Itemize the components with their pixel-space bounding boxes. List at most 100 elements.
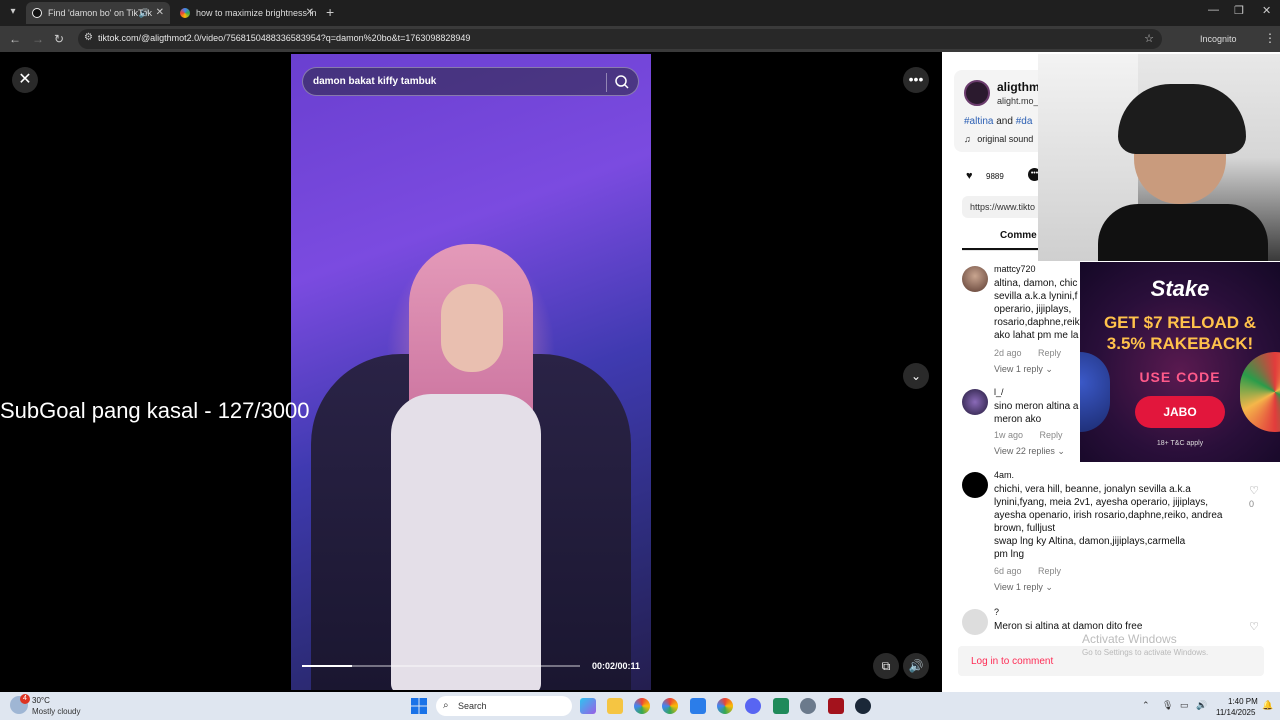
author-name[interactable]: aligthm (997, 80, 1040, 94)
windows-start-icon[interactable] (411, 698, 427, 714)
tab-tiktok[interactable]: Find 'damon bo' on TikTok 🔊 ✕ (26, 2, 170, 24)
comment-date: 6d ago (994, 566, 1022, 576)
reply-button[interactable]: Reply (1038, 348, 1061, 358)
hashtag-link[interactable]: #altina (964, 116, 993, 127)
view-replies-button[interactable]: View 22 replies ⌄ (994, 446, 1065, 457)
chevron-up-icon[interactable]: ⌃ (1142, 700, 1150, 711)
clock-date[interactable]: 11/14/2025 (1216, 708, 1255, 717)
site-info-icon[interactable]: ⚙ (84, 32, 93, 43)
ad-terms: 18+ T&C apply (1156, 440, 1204, 447)
view-replies-label: View 1 reply (994, 364, 1043, 374)
comment-username[interactable]: mattcy720 (994, 264, 1036, 274)
hashtag-link[interactable]: #da (1016, 116, 1033, 127)
minimize-button[interactable]: — (1208, 4, 1219, 16)
url-field[interactable]: ⚙ tiktok.com/@aligthmot2.0/video/7568150… (78, 29, 1162, 49)
sound-link[interactable]: ♫ original sound (964, 134, 1033, 144)
settings-gear-icon[interactable] (800, 698, 816, 714)
chrome-icon[interactable] (634, 698, 650, 714)
tab-title: how to maximize brightness in (196, 8, 317, 18)
dota-icon[interactable] (828, 698, 844, 714)
notification-bell-icon[interactable]: 🔔 (1262, 700, 1273, 711)
bookmark-star-icon[interactable]: ☆ (1144, 32, 1154, 45)
chrome-icon[interactable] (662, 698, 678, 714)
search-input[interactable]: damon bakat kiffy tambuk (302, 67, 639, 96)
reply-button[interactable]: Reply (1038, 566, 1061, 576)
file-explorer-icon[interactable] (607, 698, 623, 714)
maximize-button[interactable]: ❐ (1234, 4, 1244, 17)
view-replies-button[interactable]: View 1 reply ⌄ (994, 364, 1053, 375)
google-favicon-icon (180, 8, 190, 18)
speaker-icon[interactable]: 🔊 (1196, 700, 1207, 711)
activate-windows-subtitle: Go to Settings to activate Windows. (1082, 648, 1209, 657)
video-progress-bar[interactable] (302, 665, 580, 667)
heart-icon[interactable]: ♥ (966, 170, 973, 182)
heart-outline-icon[interactable]: ♡ (1248, 620, 1260, 633)
forward-button[interactable]: → (32, 31, 44, 47)
view-replies-label: View 22 replies (994, 446, 1055, 456)
next-video-chevron-icon[interactable]: ⌄ (903, 363, 929, 389)
copilot-app-icon[interactable] (580, 698, 596, 714)
new-tab-button[interactable]: + (326, 4, 334, 20)
steam-icon[interactable] (855, 698, 871, 714)
clock-time[interactable]: 1:40 PM (1228, 697, 1258, 706)
webcam-person-hair (1118, 84, 1246, 154)
ad-code-button[interactable]: JABO (1135, 396, 1225, 428)
view-replies-label: View 1 reply (994, 582, 1043, 592)
close-tab-icon[interactable]: ✕ (306, 2, 314, 24)
tab-search-menu-icon[interactable]: ▾ (6, 5, 20, 19)
browser-tab-bar: ▾ Find 'damon bo' on TikTok 🔊 ✕ how to m… (0, 0, 1280, 26)
weather-description: Mostly cloudy (32, 707, 81, 716)
view-replies-button[interactable]: View 1 reply ⌄ (994, 582, 1053, 593)
notepad-icon[interactable] (690, 698, 706, 714)
reload-button[interactable]: ↻ (54, 31, 64, 47)
search-icon[interactable] (614, 73, 630, 91)
close-window-button[interactable]: ✕ (1262, 4, 1271, 17)
comment-line: chichi, vera hill, beanne, jonalyn sevil… (994, 484, 1191, 495)
close-video-button[interactable]: ✕ (12, 67, 38, 93)
taskbar-search-input[interactable]: ⌕ Search (436, 696, 572, 716)
network-icon[interactable]: ▭ (1180, 700, 1189, 711)
desc-and: and (996, 116, 1013, 127)
close-tab-icon[interactable]: ✕ (156, 2, 164, 24)
comment-date: 2d ago (994, 348, 1022, 358)
chevron-down-icon: ⌄ (1057, 446, 1065, 456)
stake-ad-banner[interactable]: Stake GET $7 RELOAD & 3.5% RAKEBACK! USE… (1080, 262, 1280, 462)
incognito-label: Incognito (1200, 34, 1237, 44)
heart-outline-icon[interactable]: ♡ (1248, 484, 1260, 497)
weather-badge: 4 (20, 694, 30, 704)
volume-icon[interactable]: 🔊 (903, 653, 929, 679)
login-to-comment-link[interactable]: Log in to comment (971, 656, 1053, 667)
webcam-overlay (1038, 54, 1280, 261)
video-player[interactable] (291, 54, 651, 690)
reply-button[interactable]: Reply (1040, 430, 1063, 440)
tab-google[interactable]: how to maximize brightness in ✕ (174, 2, 320, 24)
app-icon[interactable] (773, 698, 789, 714)
browser-menu-icon[interactable]: ⋮ (1264, 31, 1276, 45)
more-options-icon[interactable]: ••• (903, 67, 929, 93)
video-progress-fill (302, 665, 353, 667)
microphone-icon[interactable]: 🎙 (1162, 700, 1173, 711)
incognito-indicator[interactable]: Incognito (1200, 34, 1237, 44)
sound-name: original sound (977, 134, 1034, 144)
comment-item: 4am. chichi, vera hill, beanne, jonalyn … (962, 470, 1262, 600)
avatar[interactable] (962, 389, 988, 415)
comment-username[interactable]: 4am. (994, 470, 1014, 480)
picture-in-picture-icon[interactable]: ⧉ (873, 653, 899, 679)
chrome-icon[interactable] (717, 698, 733, 714)
avatar[interactable] (962, 266, 988, 292)
search-icon: ⌕ (443, 700, 449, 711)
tab-comments[interactable]: Comme (1000, 230, 1037, 241)
search-divider (606, 73, 607, 92)
avatar[interactable] (962, 609, 988, 635)
speaker-icon[interactable]: 🔊 (139, 2, 150, 24)
video-link-text: https://www.tikto (970, 202, 1036, 212)
comment-line: lynini,fyang, meia 2v1, ayesha operario,… (994, 497, 1208, 508)
author-handle: alight.mo_ (997, 96, 1039, 106)
discord-icon[interactable] (745, 698, 761, 714)
avatar[interactable] (962, 472, 988, 498)
comment-meta: 6d ago Reply (994, 566, 1061, 576)
back-button[interactable]: ← (9, 31, 21, 47)
comment-username[interactable]: ? (994, 607, 999, 617)
author-avatar[interactable] (964, 80, 990, 106)
comment-username[interactable]: l_/ (994, 387, 1004, 397)
